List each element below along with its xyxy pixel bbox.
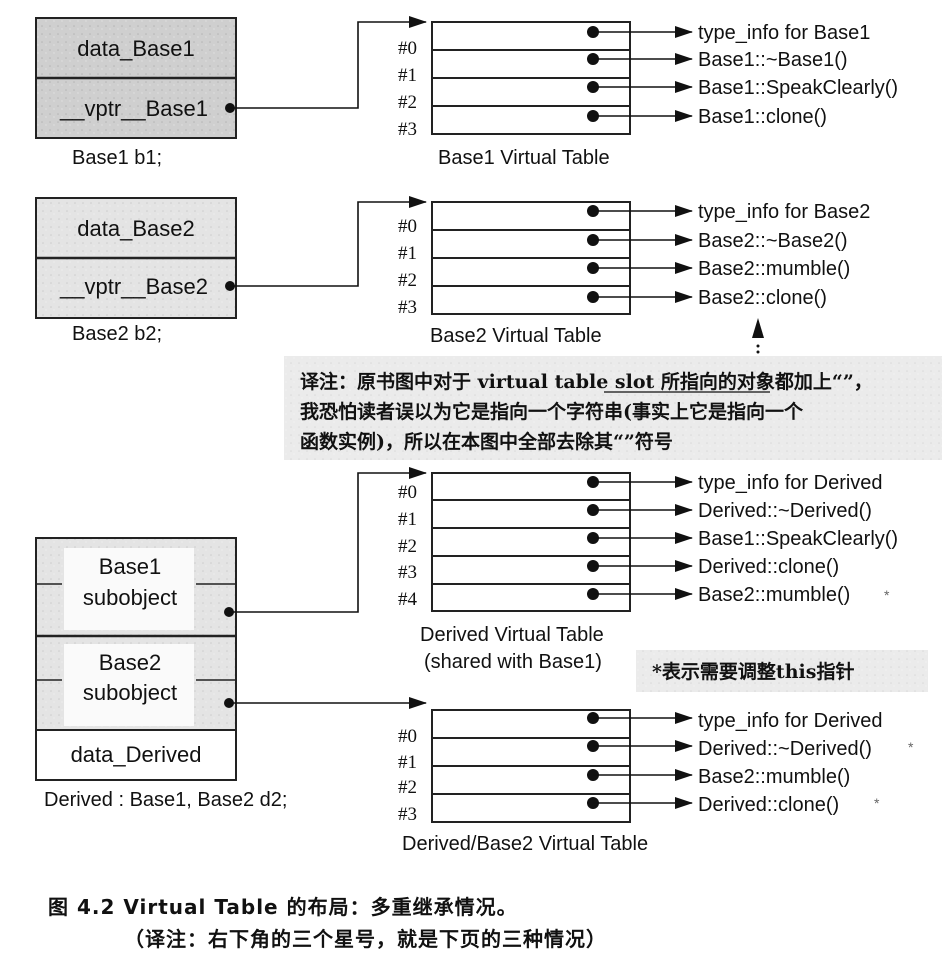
base1-entry-2: Base1::SpeakClearly() bbox=[698, 77, 898, 99]
derived-sub1-line2: subobject bbox=[83, 585, 177, 610]
base2-slot-0: #0 bbox=[398, 216, 417, 237]
derived-base2-entry-3: Derived::clone() bbox=[698, 794, 839, 816]
derived-base2-entry-1: Derived::~Derived() bbox=[698, 738, 872, 760]
derived-slot-0: #0 bbox=[398, 482, 417, 503]
figure-caption-line-2: （译注：右下角的三个星号，就是下页的三种情况） bbox=[124, 927, 607, 951]
base2-slot-2: #2 bbox=[398, 270, 417, 291]
adjust-note: *表示需要调整this指针 bbox=[652, 660, 854, 683]
note-line-3: 函数实例)，所以在本图中全部去除其“”符号 bbox=[300, 430, 673, 453]
derived-entry-4-star: * bbox=[884, 587, 890, 603]
base1-entry-1: Base1::~Base1() bbox=[698, 49, 848, 71]
derived-base2-slot-3: #3 bbox=[398, 804, 417, 825]
base1-vtable: #0 #1 #2 #3 type_info for Base1 Base1::~… bbox=[398, 21, 898, 140]
base2-entry-1: Base2::~Base2() bbox=[698, 230, 848, 252]
derived-base2-entry-0: type_info for Derived bbox=[698, 710, 883, 732]
base1-decl: Base1 b1; bbox=[72, 147, 162, 169]
base2-entry-2: Base2::mumble() bbox=[698, 258, 850, 280]
derived-vtable-title-2: (shared with Base1) bbox=[424, 651, 602, 673]
derived-base2-entry-2: Base2::mumble() bbox=[698, 766, 850, 788]
derived-vptr1-arrow bbox=[229, 467, 427, 613]
derived-entry-2: Base1::SpeakClearly() bbox=[698, 528, 898, 550]
figure-caption-line-1: 图 4.2 Virtual Table 的布局：多重继承情况。 bbox=[48, 895, 518, 919]
derived-sub1-line1: Base1 bbox=[99, 554, 161, 579]
vtable-diagram: data_Base1 __vptr__Base1 Base1 b1; #0 #1… bbox=[35, 16, 942, 951]
base1-entry-3: Base1::clone() bbox=[698, 106, 827, 128]
derived-data-label: data_Derived bbox=[71, 742, 202, 767]
base2-data-label: data_Base2 bbox=[77, 216, 194, 241]
base2-object: data_Base2 __vptr__Base2 bbox=[35, 197, 237, 319]
base2-slot-1: #1 bbox=[398, 243, 417, 264]
derived-vtable: #0 #1 #2 #3 #4 type_info for Derived Der… bbox=[398, 472, 898, 612]
derived-base2-vtable: #0 #1 #2 #3 type_info for Derived Derive… bbox=[398, 709, 914, 825]
base2-vptr-label: __vptr__Base2 bbox=[59, 274, 208, 299]
derived-slot-4: #4 bbox=[398, 589, 418, 610]
base1-data-label: data_Base1 bbox=[77, 36, 194, 61]
base1-vptr-label: __vptr__Base1 bbox=[59, 96, 208, 121]
base1-vtable-title: Base1 Virtual Table bbox=[438, 147, 610, 169]
derived-object: Base1 subobject Base2 subobject data_Der… bbox=[35, 537, 237, 781]
derived-entry-0: type_info for Derived bbox=[698, 472, 883, 494]
derived-base2-entry-3-star: * bbox=[874, 795, 880, 811]
translator-note: 译注：原书图中对于 virtual table slot 所指向的对象都加上“”… bbox=[284, 356, 942, 460]
derived-vtable-title-1: Derived Virtual Table bbox=[420, 624, 604, 646]
base2-vtable-title: Base2 Virtual Table bbox=[430, 325, 602, 347]
derived-sub2-line1: Base2 bbox=[99, 650, 161, 675]
derived-entry-1: Derived::~Derived() bbox=[698, 500, 872, 522]
derived-slot-2: #2 bbox=[398, 536, 417, 557]
base2-decl: Base2 b2; bbox=[72, 323, 162, 345]
derived-base2-slot-0: #0 bbox=[398, 726, 417, 747]
derived-slot-3: #3 bbox=[398, 562, 417, 583]
derived-decl: Derived : Base1, Base2 d2; bbox=[44, 789, 287, 811]
note-line-2: 我恐怕读者误以为它是指向一个字符串(事实上它是指向一个 bbox=[300, 400, 804, 423]
base2-slot-3: #3 bbox=[398, 297, 417, 318]
base2-entry-0: type_info for Base2 bbox=[698, 201, 870, 223]
base1-slot-2: #2 bbox=[398, 92, 417, 113]
note-line-1: 译注：原书图中对于 virtual table slot 所指向的对象都加上“”… bbox=[300, 370, 873, 393]
base1-object: data_Base1 __vptr__Base1 bbox=[35, 17, 237, 139]
base1-vptr-arrow bbox=[230, 16, 427, 109]
derived-entry-3: Derived::clone() bbox=[698, 556, 839, 578]
derived-base2-vtable-title: Derived/Base2 Virtual Table bbox=[402, 833, 648, 855]
derived-base2-slot-2: #2 bbox=[398, 777, 417, 798]
derived-sub2-line2: subobject bbox=[83, 680, 177, 705]
derived-slot-1: #1 bbox=[398, 509, 417, 530]
base2-vptr-arrow bbox=[230, 196, 427, 287]
base1-slot-1: #1 bbox=[398, 65, 417, 86]
base2-entry-3: Base2::clone() bbox=[698, 287, 827, 309]
note-pointer-icon bbox=[752, 318, 764, 338]
derived-base2-slot-1: #1 bbox=[398, 752, 417, 773]
base2-vtable: #0 #1 #2 #3 type_info for Base2 Base2::~… bbox=[398, 201, 870, 318]
base1-slot-0: #0 bbox=[398, 38, 417, 59]
base1-slot-3: #3 bbox=[398, 119, 417, 140]
base1-entry-0: type_info for Base1 bbox=[698, 22, 870, 44]
derived-base2-entry-1-star: * bbox=[908, 739, 914, 755]
derived-entry-4: Base2::mumble() bbox=[698, 584, 850, 606]
